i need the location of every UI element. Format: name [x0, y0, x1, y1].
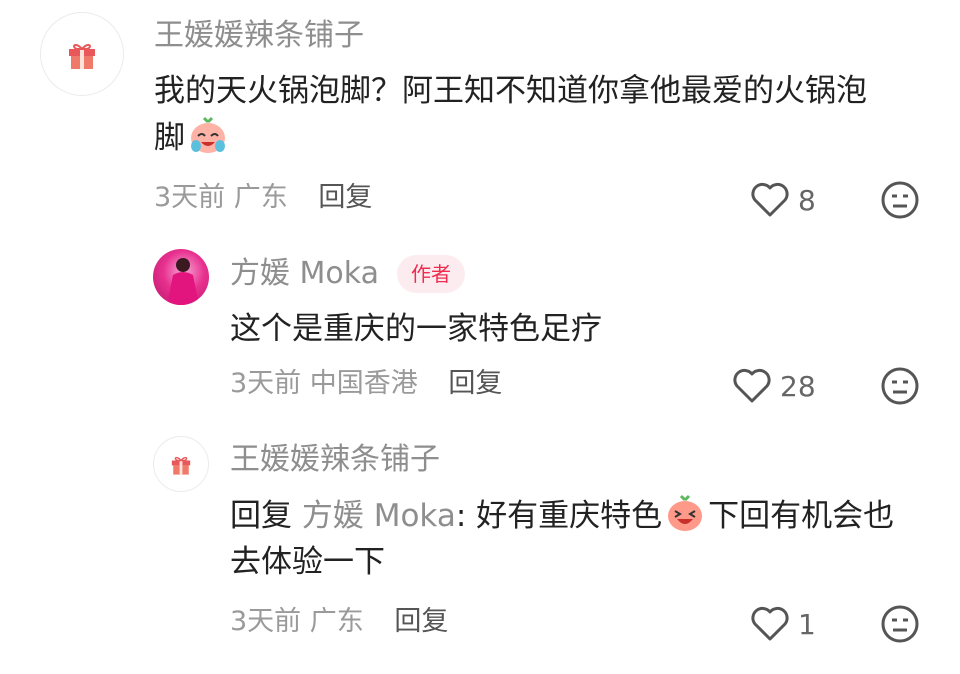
reply-item: 方媛 Moka 作者 这个是重庆的一家特色足疗 3天前 中国香港 回复 28 — [0, 240, 960, 420]
comment-item: 王媛媛辣条铺子 我的天火锅泡脚？阿王知不知道你拿他最爱的火锅泡 脚 3天前 广东… — [0, 0, 960, 230]
author-badge: 作者 — [397, 255, 465, 293]
heart-icon — [751, 182, 789, 217]
commenter-name[interactable]: 王媛媛辣条铺子 — [230, 440, 440, 480]
crying-laughing-emoji — [191, 116, 225, 153]
avatar[interactable] — [153, 249, 209, 305]
dislike-face-icon[interactable] — [880, 180, 920, 220]
avatar[interactable] — [153, 436, 209, 492]
like-button[interactable]: 28 — [732, 366, 816, 406]
like-count: 8 — [798, 183, 816, 217]
reply-button[interactable]: 回复 — [318, 182, 372, 213]
mention-link[interactable]: 方媛 Moka — [302, 498, 456, 534]
comment-meta: 3天前 中国香港 回复 — [230, 368, 503, 399]
gift-icon — [171, 456, 191, 475]
commenter-name[interactable]: 王媛媛辣条铺子 — [154, 16, 364, 56]
comment-text: 回复 方媛 Moka: 好有重庆特色 下回有机会也 去体验一下 — [230, 492, 940, 585]
heart-icon — [733, 368, 771, 403]
laughing-emoji — [668, 494, 703, 531]
dislike-face-icon[interactable] — [880, 366, 920, 406]
like-button[interactable]: 1 — [750, 604, 816, 644]
comment-text: 我的天火锅泡脚？阿王知不知道你拿他最爱的火锅泡 脚 — [154, 73, 867, 156]
comment-text: 这个是重庆的一家特色足疗 — [230, 311, 602, 347]
comment-meta: 3天前 广东 回复 — [230, 606, 449, 637]
reply-item: 王媛媛辣条铺子 回复 方媛 Moka: 好有重庆特色 下回有机会也 去体验一下 … — [0, 430, 960, 674]
like-button[interactable]: 8 — [750, 180, 816, 220]
dislike-face-icon[interactable] — [880, 604, 920, 644]
like-count: 28 — [780, 369, 816, 403]
reply-button[interactable]: 回复 — [448, 368, 502, 399]
gift-icon — [69, 43, 95, 69]
comment-meta: 3天前 广东 回复 — [154, 182, 373, 213]
avatar[interactable] — [40, 12, 124, 96]
commenter-name[interactable]: 方媛 Moka — [230, 254, 379, 294]
avatar-photo — [167, 258, 199, 305]
heart-icon — [751, 606, 789, 641]
like-count: 1 — [798, 607, 816, 641]
reply-button[interactable]: 回复 — [394, 606, 448, 637]
